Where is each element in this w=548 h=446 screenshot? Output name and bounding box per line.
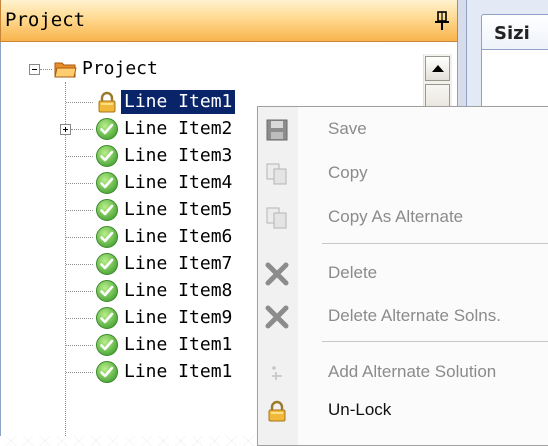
- menu-item-label: Add Alternate Solution: [328, 362, 497, 381]
- menu-item-label: Copy As Alternate: [328, 207, 464, 226]
- tree-item-label[interactable]: Line Item8: [121, 279, 235, 303]
- menu-item-label: Save: [328, 119, 367, 138]
- lock-icon: [98, 91, 116, 113]
- menu-item-delete[interactable]: Delete: [258, 254, 548, 294]
- context-menu[interactable]: Save Copy Copy As Alternate Delete Delet…: [257, 106, 548, 446]
- menu-item-label: Delete Alternate Solns.: [328, 306, 501, 325]
- check-icon: [96, 253, 118, 275]
- tree-item-label[interactable]: Line Item3: [121, 144, 235, 168]
- tree-item-label[interactable]: Line Item1: [121, 360, 235, 384]
- tree-item-label[interactable]: Line Item2: [121, 117, 235, 141]
- delete-alternate-icon: [264, 304, 290, 330]
- menu-item-save[interactable]: Save: [258, 110, 548, 150]
- folder-open-icon: [54, 62, 77, 78]
- panel-title: Project: [5, 9, 86, 31]
- check-icon: [96, 280, 118, 302]
- menu-item-delete-alternate-solns[interactable]: Delete Alternate Solns.: [258, 297, 548, 337]
- check-icon: [96, 307, 118, 329]
- floppy-icon: [264, 117, 290, 143]
- check-icon: [96, 361, 118, 383]
- project-panel-header: Project: [0, 0, 458, 42]
- copy-icon: [264, 161, 290, 187]
- delete-icon: [264, 261, 290, 287]
- menu-item-add-alternate-solution[interactable]: Add Alternate Solution: [258, 353, 548, 393]
- menu-item-copy[interactable]: Copy: [258, 154, 548, 194]
- check-icon: [96, 199, 118, 221]
- tree-item-label[interactable]: Line Item5: [121, 198, 235, 222]
- check-icon: [96, 145, 118, 167]
- scroll-up-button[interactable]: [425, 56, 450, 81]
- tree-root-label[interactable]: Project: [79, 57, 161, 81]
- lock-icon: [264, 398, 290, 424]
- menu-item-copy-as-alternate[interactable]: Copy As Alternate: [258, 198, 548, 238]
- tree-item-label[interactable]: Line Item7: [121, 252, 235, 276]
- tree-item-label[interactable]: Line Item1: [121, 90, 236, 114]
- check-icon: [96, 334, 118, 356]
- check-icon: [96, 118, 118, 140]
- pin-icon[interactable]: [435, 11, 449, 31]
- expand-item-button[interactable]: [60, 124, 71, 135]
- copy-alternate-icon: [264, 205, 290, 231]
- check-icon: [96, 226, 118, 248]
- menu-separator: [322, 341, 548, 342]
- tree-item-label[interactable]: Line Item1: [121, 333, 235, 357]
- tree-item-label[interactable]: Line Item6: [121, 225, 235, 249]
- menu-item-label: Copy: [328, 163, 368, 182]
- tab-sizing[interactable]: Sizi: [481, 14, 548, 50]
- add-alternate-icon: [264, 360, 290, 386]
- menu-item-un-lock[interactable]: Un-Lock: [258, 391, 548, 431]
- menu-item-label: Delete: [328, 263, 378, 282]
- menu-separator: [322, 243, 548, 244]
- collapse-root-button[interactable]: [29, 64, 40, 75]
- tab-sizing-label: Sizi: [494, 23, 530, 44]
- check-icon: [96, 172, 118, 194]
- tree-item-label[interactable]: Line Item9: [121, 306, 235, 330]
- tree-item-label[interactable]: Line Item4: [121, 171, 235, 195]
- menu-item-label: Un-Lock: [328, 400, 392, 419]
